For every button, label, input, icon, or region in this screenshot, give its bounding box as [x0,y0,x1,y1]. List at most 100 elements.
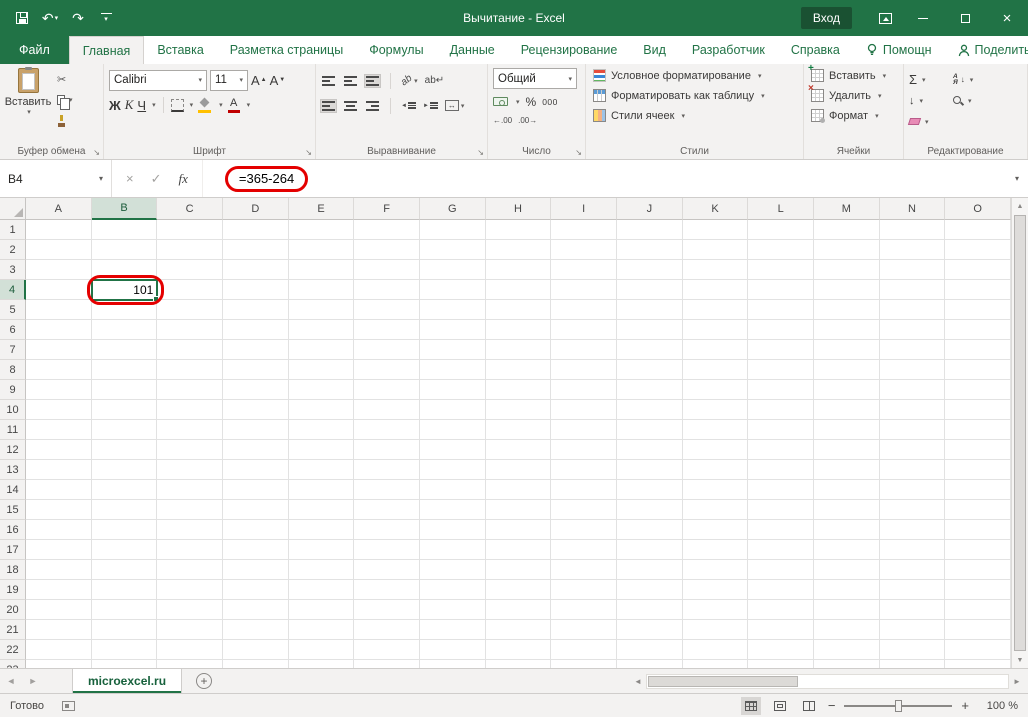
row-header-23[interactable]: 23 [0,660,26,668]
cell-I5[interactable] [551,300,617,320]
cell-O6[interactable] [945,320,1011,340]
cell-F7[interactable] [354,340,420,360]
cell-I4[interactable] [551,280,617,300]
sort-filter-button[interactable]: АЯ↓▾ [953,69,1003,90]
cell-J19[interactable] [617,580,683,600]
cell-G12[interactable] [420,440,486,460]
cell-D4[interactable] [223,280,289,300]
cell-F19[interactable] [354,580,420,600]
cell-C9[interactable] [157,380,223,400]
tab-Рецензирование[interactable]: Рецензирование [508,36,631,64]
cell-O19[interactable] [945,580,1011,600]
minimize-button[interactable] [902,0,944,36]
tab-Данные[interactable]: Данные [437,36,508,64]
cell-A19[interactable] [26,580,92,600]
cell-M7[interactable] [814,340,880,360]
row-header-6[interactable]: 6 [0,320,26,340]
cell-H21[interactable] [486,620,552,640]
cell-D5[interactable] [223,300,289,320]
merge-center-button[interactable]: ↔▾ [445,100,465,111]
cell-M15[interactable] [814,500,880,520]
cell-L1[interactable] [748,220,814,240]
cell-J6[interactable] [617,320,683,340]
cell-H23[interactable] [486,660,552,668]
cell-J17[interactable] [617,540,683,560]
cell-C12[interactable] [157,440,223,460]
cell-G5[interactable] [420,300,486,320]
cell-O16[interactable] [945,520,1011,540]
cell-N18[interactable] [880,560,946,580]
enter-formula-button[interactable]: ✓ [151,171,162,187]
zoom-in-button[interactable]: + [961,698,969,713]
accounting-format-button[interactable] [493,97,508,106]
cell-M21[interactable] [814,620,880,640]
decrease-font-size-button[interactable]: А▼ [270,73,286,88]
cell-B18[interactable] [92,560,158,580]
redo-button[interactable]: ↷ [66,5,90,31]
cell-N22[interactable] [880,640,946,660]
cell-C11[interactable] [157,420,223,440]
cell-O18[interactable] [945,560,1011,580]
cell-N2[interactable] [880,240,946,260]
cell-A16[interactable] [26,520,92,540]
cell-J20[interactable] [617,600,683,620]
cell-F13[interactable] [354,460,420,480]
horizontal-scrollbar[interactable]: ◄ ► [630,669,1028,693]
cell-D1[interactable] [223,220,289,240]
cell-N5[interactable] [880,300,946,320]
cell-O11[interactable] [945,420,1011,440]
cell-D21[interactable] [223,620,289,640]
cell-K11[interactable] [683,420,749,440]
cell-E21[interactable] [289,620,355,640]
cell-G15[interactable] [420,500,486,520]
cell-N9[interactable] [880,380,946,400]
cell-K19[interactable] [683,580,749,600]
cell-E20[interactable] [289,600,355,620]
cell-C18[interactable] [157,560,223,580]
cell-I16[interactable] [551,520,617,540]
cell-C14[interactable] [157,480,223,500]
cell-E7[interactable] [289,340,355,360]
cell-C2[interactable] [157,240,223,260]
row-header-18[interactable]: 18 [0,560,26,580]
cell-N16[interactable] [880,520,946,540]
cell-D16[interactable] [223,520,289,540]
cell-G22[interactable] [420,640,486,660]
cell-B10[interactable] [92,400,158,420]
cell-J8[interactable] [617,360,683,380]
cell-D6[interactable] [223,320,289,340]
cell-A12[interactable] [26,440,92,460]
scroll-up-icon[interactable]: ▲ [1012,198,1028,214]
cell-H11[interactable] [486,420,552,440]
cell-B14[interactable] [92,480,158,500]
number-format-select[interactable]: Общий▾ [493,68,577,89]
align-top-button[interactable] [321,75,336,87]
cell-A18[interactable] [26,560,92,580]
tab-Файл[interactable]: Файл [0,36,69,64]
cell-F11[interactable] [354,420,420,440]
cell-E15[interactable] [289,500,355,520]
cell-I14[interactable] [551,480,617,500]
cell-J10[interactable] [617,400,683,420]
cell-C23[interactable] [157,660,223,668]
cell-G14[interactable] [420,480,486,500]
cell-F3[interactable] [354,260,420,280]
cell-C21[interactable] [157,620,223,640]
cell-K10[interactable] [683,400,749,420]
underline-button[interactable]: Ч [137,98,146,113]
cell-N3[interactable] [880,260,946,280]
tab-Главная[interactable]: Главная [69,36,145,64]
cell-H15[interactable] [486,500,552,520]
cell-L2[interactable] [748,240,814,260]
cell-I20[interactable] [551,600,617,620]
cell-D22[interactable] [223,640,289,660]
scroll-down-icon[interactable]: ▼ [1012,652,1028,668]
cell-E16[interactable] [289,520,355,540]
cell-O20[interactable] [945,600,1011,620]
row-header-7[interactable]: 7 [0,340,26,360]
row-header-14[interactable]: 14 [0,480,26,500]
cell-L12[interactable] [748,440,814,460]
cell-A22[interactable] [26,640,92,660]
vertical-scroll-thumb[interactable] [1014,215,1026,651]
cell-G1[interactable] [420,220,486,240]
